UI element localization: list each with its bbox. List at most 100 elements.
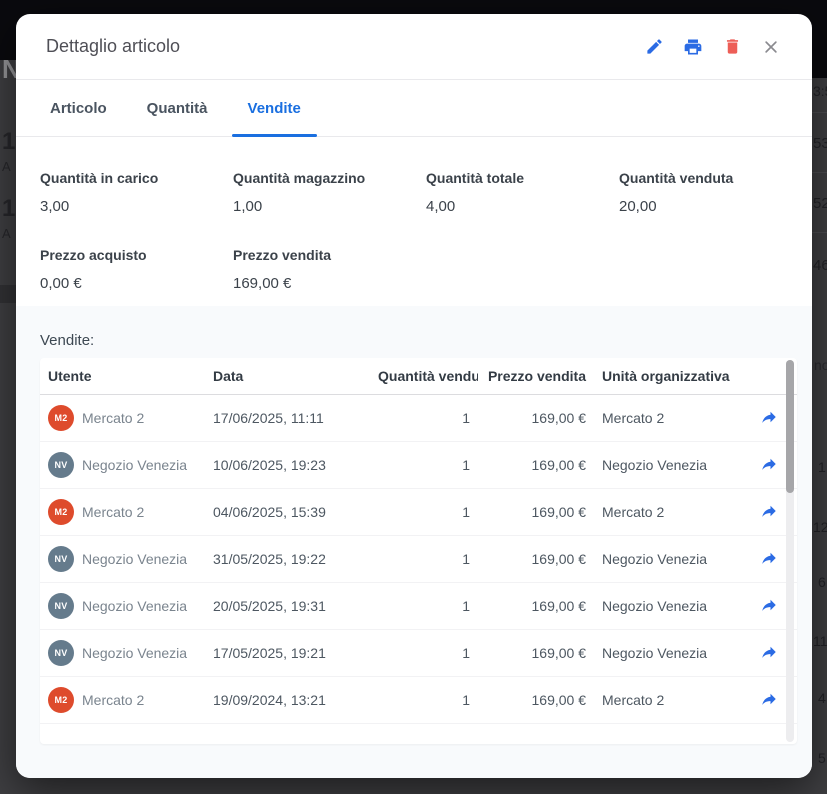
date-cell: 10/06/2025, 19:23 <box>205 457 370 473</box>
sales-table-row[interactable]: M2 Mercato 2 17/06/2025, 11:11 1 169,00 … <box>40 395 797 442</box>
sales-table-row[interactable]: NV Negozio Venezia 17/05/2025, 19:21 1 1… <box>40 630 797 677</box>
user-name: Mercato 2 <box>82 692 144 708</box>
sales-table-row[interactable]: M2 Mercato 2 19/09/2024, 13:21 1 169,00 … <box>40 677 797 724</box>
quantity-cell: 1 <box>370 551 478 567</box>
backdrop-fragment: A <box>2 227 11 240</box>
item-detail-dialog: Dettaglio articolo <box>16 14 812 778</box>
price-cell: 169,00 € <box>478 410 594 426</box>
date-cell: 17/06/2025, 11:11 <box>205 410 370 426</box>
open-sale-button[interactable] <box>760 690 778 711</box>
open-sale-button[interactable] <box>760 549 778 570</box>
field-value: 169,00 € <box>233 275 426 292</box>
backdrop-fragment: 1 <box>2 130 15 154</box>
org-unit-cell: Mercato 2 <box>594 504 740 520</box>
field-label: Quantità in carico <box>40 170 233 186</box>
backdrop-row-line <box>812 112 827 113</box>
price-cell: 169,00 € <box>478 645 594 661</box>
forward-arrow-icon <box>760 596 778 617</box>
backdrop-header-band-right <box>812 60 827 78</box>
field-label: Quantità totale <box>426 170 619 186</box>
tab-quantita[interactable]: Quantità <box>131 80 224 136</box>
user-avatar: NV <box>48 452 74 478</box>
tab-vendite[interactable]: Vendite <box>232 80 317 136</box>
delete-button[interactable] <box>719 34 745 60</box>
backdrop-fragment: 6 <box>818 575 826 589</box>
user-avatar: NV <box>48 546 74 572</box>
column-header-quantita-venduta: Quantità venduta <box>370 368 478 384</box>
open-sale-button[interactable] <box>760 408 778 429</box>
org-unit-cell: Negozio Venezia <box>594 551 740 567</box>
forward-arrow-icon <box>760 502 778 523</box>
org-unit-cell: Mercato 2 <box>594 410 740 426</box>
user-cell: NV Negozio Venezia <box>40 640 205 666</box>
column-header-utente: Utente <box>40 368 205 384</box>
table-scrollbar-thumb[interactable] <box>786 360 794 493</box>
sales-section: Vendite: Utente Data Quantità venduta Pr… <box>16 306 812 778</box>
backdrop-section-band <box>0 285 16 303</box>
tab-articolo[interactable]: Articolo <box>34 80 123 136</box>
field-prezzo-acquisto: Prezzo acquisto 0,00 € <box>40 247 233 292</box>
sales-table-row[interactable]: NV Negozio Venezia 20/05/2025, 19:31 1 1… <box>40 583 797 630</box>
user-avatar: M2 <box>48 499 74 525</box>
date-cell: 17/05/2025, 19:21 <box>205 645 370 661</box>
edit-button[interactable] <box>641 34 667 60</box>
user-cell: NV Negozio Venezia <box>40 593 205 619</box>
backdrop-fragment: 5 <box>818 751 826 765</box>
close-icon <box>762 38 780 56</box>
backdrop-fragment: 53 <box>813 136 827 151</box>
forward-arrow-icon <box>760 549 778 570</box>
backdrop-fragment: A <box>2 160 11 173</box>
quantity-cell: 1 <box>370 598 478 614</box>
org-unit-cell: Negozio Venezia <box>594 598 740 614</box>
user-cell: NV Negozio Venezia <box>40 546 205 572</box>
quantity-fields: Quantità in carico 3,00 Quantità magazzi… <box>16 137 812 306</box>
user-avatar: M2 <box>48 405 74 431</box>
backdrop-fragment: 3:5 <box>813 84 827 98</box>
open-sale-button[interactable] <box>760 596 778 617</box>
user-name: Negozio Venezia <box>82 645 187 661</box>
user-cell: NV Negozio Venezia <box>40 452 205 478</box>
open-sale-button[interactable] <box>760 455 778 476</box>
date-cell: 31/05/2025, 19:22 <box>205 551 370 567</box>
backdrop-fragment: 52 <box>813 196 827 211</box>
org-unit-cell: Negozio Venezia <box>594 645 740 661</box>
user-name: Mercato 2 <box>82 504 144 520</box>
backdrop-row-line <box>812 232 827 233</box>
backdrop-fragment: 46 <box>813 258 827 273</box>
quantity-cell: 1 <box>370 645 478 661</box>
field-label: Prezzo vendita <box>233 247 426 263</box>
sales-table-row[interactable]: NV Negozio Venezia 10/06/2025, 19:23 1 1… <box>40 442 797 489</box>
open-sale-button[interactable] <box>760 643 778 664</box>
column-header-unita-organizzativa: Unità organizzativa <box>594 368 740 384</box>
sales-table-row[interactable]: NV Negozio Venezia 31/05/2025, 19:22 1 1… <box>40 536 797 583</box>
user-cell: M2 Mercato 2 <box>40 405 205 431</box>
user-name: Negozio Venezia <box>82 457 187 473</box>
user-name: Negozio Venezia <box>82 551 187 567</box>
backdrop-fragment: 12 <box>813 520 827 534</box>
quantity-cell: 1 <box>370 504 478 520</box>
dialog-header: Dettaglio articolo <box>16 14 812 80</box>
sales-table-header: Utente Data Quantità venduta Prezzo vend… <box>40 358 797 395</box>
backdrop-fragment: no <box>814 358 827 372</box>
field-quantita-venduta: Quantità venduta 20,00 <box>619 170 788 215</box>
date-cell: 20/05/2025, 19:31 <box>205 598 370 614</box>
org-unit-cell: Negozio Venezia <box>594 457 740 473</box>
quantity-cell: 1 <box>370 457 478 473</box>
field-label: Quantità magazzino <box>233 170 426 186</box>
print-button[interactable] <box>680 34 706 60</box>
sales-table-row[interactable]: M2 Mercato 2 04/06/2025, 15:39 1 169,00 … <box>40 489 797 536</box>
field-quantita-magazzino: Quantità magazzino 1,00 <box>233 170 426 215</box>
column-header-prezzo-vendita: Prezzo vendita <box>478 368 594 384</box>
field-value: 0,00 € <box>40 275 233 292</box>
forward-arrow-icon <box>760 455 778 476</box>
dialog-tabs: Articolo Quantità Vendite <box>16 80 812 137</box>
printer-icon <box>683 37 703 57</box>
quantity-cell: 1 <box>370 692 478 708</box>
forward-arrow-icon <box>760 408 778 429</box>
backdrop-fragment: 1 <box>818 460 826 474</box>
field-value: 20,00 <box>619 198 788 215</box>
price-cell: 169,00 € <box>478 598 594 614</box>
open-sale-button[interactable] <box>760 502 778 523</box>
field-prezzo-vendita: Prezzo vendita 169,00 € <box>233 247 426 292</box>
close-button[interactable] <box>758 34 784 60</box>
